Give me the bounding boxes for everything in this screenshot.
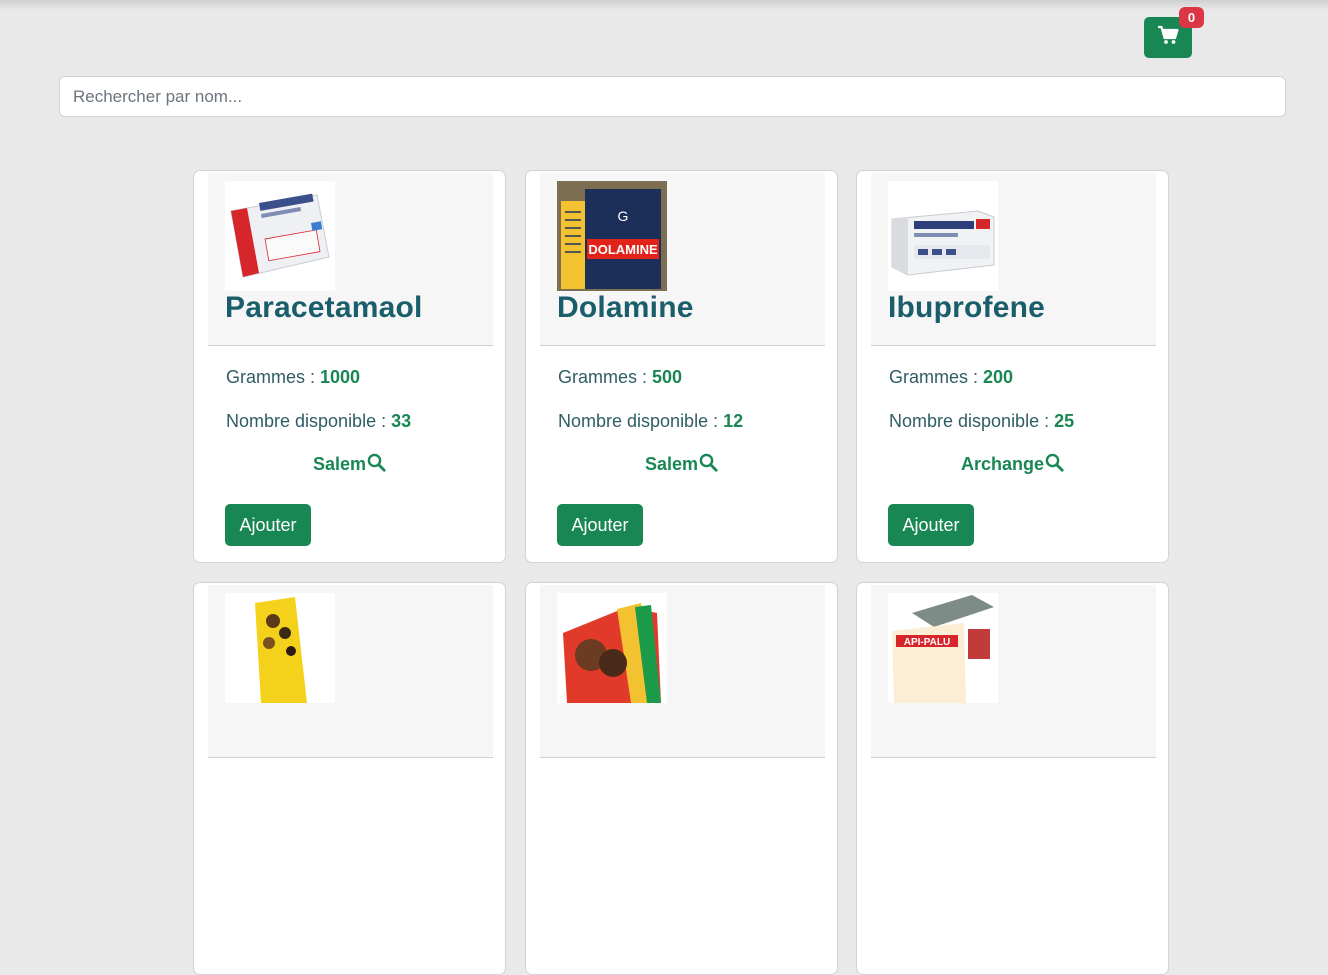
product-card: Ibuprofene Grammes : 200 Nombre disponib…: [856, 170, 1169, 563]
add-button[interactable]: Ajouter: [225, 504, 311, 546]
product-image: [888, 181, 998, 291]
available-row: Nombre disponible : 12: [558, 411, 743, 432]
search-icon[interactable]: [367, 453, 386, 477]
shopping-cart-icon: [1157, 25, 1179, 50]
svg-text:API-PALU: API-PALU: [904, 637, 950, 648]
available-value: 12: [723, 411, 744, 431]
grams-row: Grammes : 500: [558, 367, 682, 388]
grams-value: 500: [652, 367, 683, 387]
search-input[interactable]: [59, 76, 1286, 117]
grams-label: Grammes :: [226, 367, 321, 387]
top-bar-shadow: [0, 0, 1328, 10]
product-card-header: API-PALU: [871, 585, 1156, 758]
available-row: Nombre disponible : 33: [226, 411, 411, 432]
product-card-header: Paracetamaol: [208, 173, 493, 346]
available-value: 25: [1054, 411, 1075, 431]
product-name: Paracetamaol: [225, 291, 423, 324]
grams-value: 200: [983, 367, 1014, 387]
product-image: [225, 181, 335, 291]
available-label: Nombre disponible :: [226, 411, 392, 431]
owner-link[interactable]: Salem: [526, 453, 837, 477]
grams-row: Grammes : 1000: [226, 367, 360, 388]
product-card-header: [540, 585, 825, 758]
grams-value: 1000: [320, 367, 361, 387]
product-card-header: [208, 585, 493, 758]
owner-name: Archange: [960, 454, 1045, 474]
product-image: API-PALU: [888, 593, 998, 703]
svg-text:G: G: [618, 208, 629, 224]
available-label: Nombre disponible :: [558, 411, 724, 431]
owner-link[interactable]: Archange: [857, 453, 1168, 477]
product-image: [557, 593, 667, 703]
product-name: Dolamine: [557, 291, 694, 324]
product-card: Paracetamaol Grammes : 1000 Nombre dispo…: [193, 170, 506, 563]
owner-name: Salem: [312, 454, 367, 474]
available-label: Nombre disponible :: [889, 411, 1055, 431]
available-row: Nombre disponible : 25: [889, 411, 1074, 432]
product-card-header: Ibuprofene: [871, 173, 1156, 346]
add-button[interactable]: Ajouter: [557, 504, 643, 546]
add-button[interactable]: Ajouter: [888, 504, 974, 546]
owner-name: Salem: [644, 454, 699, 474]
product-image: [225, 593, 335, 703]
product-image: G DOLAMINE: [557, 181, 667, 291]
product-name: Ibuprofene: [888, 291, 1045, 324]
search-icon[interactable]: [1045, 453, 1064, 477]
cart-count-badge: 0: [1179, 7, 1204, 28]
owner-link[interactable]: Salem: [194, 453, 505, 477]
svg-text:DOLAMINE: DOLAMINE: [588, 242, 658, 257]
grams-row: Grammes : 200: [889, 367, 1013, 388]
product-card-header: G DOLAMINE Dolamine: [540, 173, 825, 346]
grams-label: Grammes :: [558, 367, 653, 387]
product-card: G DOLAMINE Dolamine Grammes : 500 Nombre…: [525, 170, 838, 563]
product-card: API-PALU: [856, 582, 1169, 975]
grams-label: Grammes :: [889, 367, 984, 387]
product-card: [525, 582, 838, 975]
search-icon[interactable]: [699, 453, 718, 477]
product-card: [193, 582, 506, 975]
available-value: 33: [391, 411, 412, 431]
